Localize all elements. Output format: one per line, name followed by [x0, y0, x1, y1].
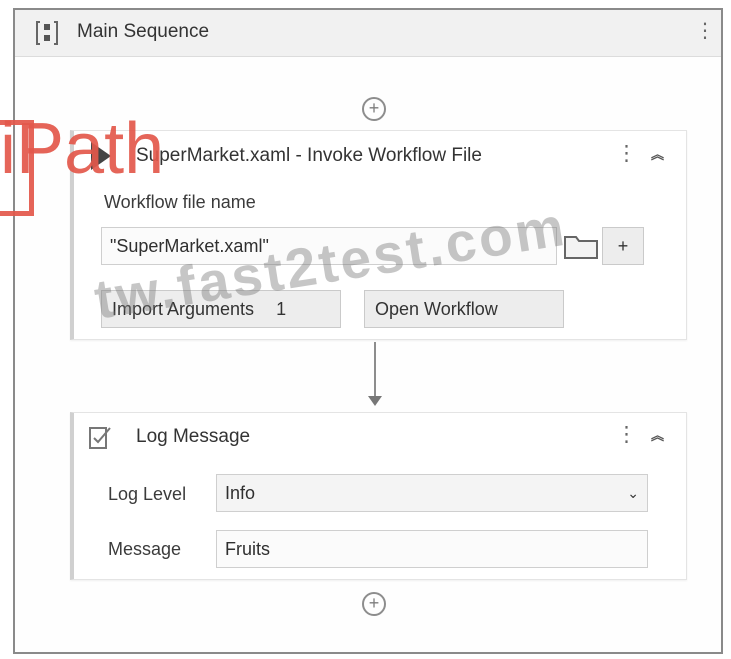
- sequence-more-icon[interactable]: ⋮: [695, 18, 715, 43]
- sequence-title: Main Sequence: [77, 21, 210, 42]
- log-level-value: Info: [225, 483, 256, 503]
- workflow-file-label: Workflow file name: [104, 192, 256, 212]
- log-level-label: Log Level: [108, 484, 187, 504]
- sequence-icon: [36, 21, 58, 45]
- log-message-icon: [89, 427, 111, 449]
- log-level-select[interactable]: Info ⌄: [216, 474, 648, 512]
- message-label: Message: [108, 539, 182, 559]
- invoke-collapse-icon[interactable]: ︽: [651, 148, 664, 161]
- log-message-title: Log Message: [136, 426, 251, 447]
- open-workflow-button[interactable]: Open Workflow: [364, 290, 564, 328]
- add-activity-bottom-button[interactable]: +: [362, 592, 386, 616]
- log-more-icon[interactable]: ⋮: [616, 422, 637, 447]
- invoke-more-icon[interactable]: ⋮: [616, 141, 637, 166]
- add-activity-top-button[interactable]: +: [362, 97, 386, 121]
- connector-line: [374, 342, 376, 397]
- workflow-file-plus-button[interactable]: +: [602, 227, 644, 265]
- connector-arrow-icon: [368, 396, 382, 406]
- chevron-down-icon: ⌄: [627, 485, 639, 501]
- log-collapse-icon[interactable]: ︽: [651, 429, 664, 442]
- sequence-header[interactable]: Main Sequence ⋮: [15, 10, 721, 57]
- invoke-workflow-title: SuperMarket.xaml - Invoke Workflow File: [136, 145, 482, 166]
- message-input[interactable]: Fruits: [216, 530, 648, 568]
- brand-logo: iPath: [0, 109, 165, 189]
